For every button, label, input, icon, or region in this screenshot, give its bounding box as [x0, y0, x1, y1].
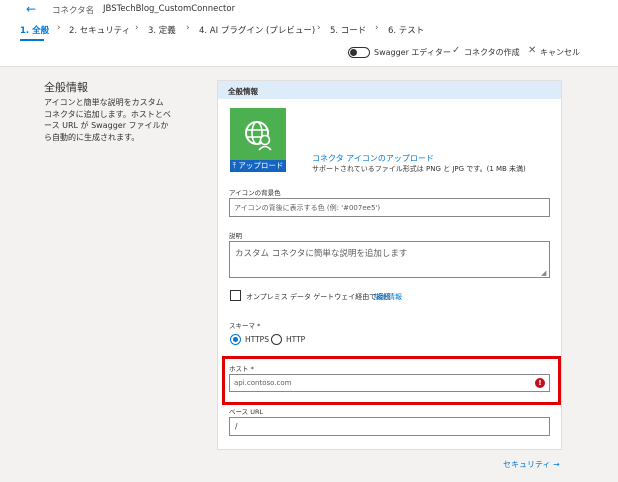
swagger-editor-label[interactable]: Swagger エディター [374, 47, 451, 58]
base-url-input[interactable] [229, 417, 550, 436]
description-placeholder: カスタム コネクタに簡単な説明を追加します [235, 249, 408, 259]
chevron-right-icon: › [317, 23, 321, 33]
radio-http[interactable] [271, 334, 282, 345]
host-highlight-box [222, 356, 561, 405]
base-url-value: / [235, 422, 238, 431]
section-description: アイコンと簡単な説明をカスタム コネクタに追加します。ホストとベース URL が… [44, 98, 171, 142]
close-icon: ✕ [528, 45, 537, 56]
chevron-right-icon: › [57, 23, 61, 33]
chevron-right-icon: › [135, 23, 139, 33]
radio-http-label: HTTP [286, 335, 306, 344]
base-url-label: ベース URL [229, 408, 264, 416]
back-arrow-icon[interactable]: ← [26, 3, 36, 15]
gateway-checkbox[interactable] [230, 290, 241, 301]
step-code[interactable]: 5. コード [330, 24, 366, 36]
globe-person-icon [245, 121, 272, 151]
icon-bg-label: アイコンの背景色 [229, 189, 281, 197]
step-ai-plugin[interactable]: 4. AI プラグイン (プレビュー) [199, 24, 315, 36]
step-general[interactable]: 1. 全般 [20, 24, 49, 36]
radio-https-label: HTTPS [245, 335, 269, 344]
next-security-link[interactable]: セキュリティ → [503, 459, 560, 470]
step-security[interactable]: 2. セキュリティ [69, 24, 130, 36]
chevron-right-icon: › [375, 23, 379, 33]
gateway-label: オンプレミス データ ゲートウェイ経由で接続 [246, 293, 391, 301]
create-connector-button[interactable]: コネクタの作成 [464, 47, 520, 58]
upload-note: サポートされているファイル形式は PNG と JPG です。(1 MB 未満) [312, 165, 526, 173]
connector-name-label: コネクタ名 [52, 6, 95, 16]
active-step-indicator [20, 39, 44, 41]
resize-handle-icon[interactable]: ◢ [541, 269, 546, 277]
toggle-knob [350, 49, 357, 56]
chevron-right-icon: › [186, 23, 190, 33]
card-title: 全般情報 [228, 87, 258, 96]
step-definition[interactable]: 3. 定義 [148, 24, 176, 36]
icon-bg-placeholder: アイコンの背後に表示する色 (例: '#007ee5') [234, 204, 381, 212]
section-title: 全般情報 [44, 81, 88, 94]
step-navigation: 1. 全般 › 2. セキュリティ › 3. 定義 › 4. AI プラグイン … [0, 23, 618, 44]
description-label: 説明 [229, 232, 242, 240]
checkmark-icon: ✓ [452, 45, 461, 56]
learn-more-link[interactable]: 詳細情報 [374, 292, 402, 302]
scheme-label: スキーマ * [229, 322, 261, 330]
step-test[interactable]: 6. テスト [388, 24, 424, 36]
card-header [218, 81, 561, 99]
upload-icon-link[interactable]: コネクタ アイコンのアップロード [312, 153, 434, 164]
connector-name-value[interactable]: JBSTechBlog_CustomConnector [103, 4, 235, 14]
cancel-button[interactable]: キャンセル [540, 47, 580, 58]
upload-button[interactable]: ⤒ アップロード [230, 160, 286, 172]
radio-selected-dot [233, 337, 238, 342]
